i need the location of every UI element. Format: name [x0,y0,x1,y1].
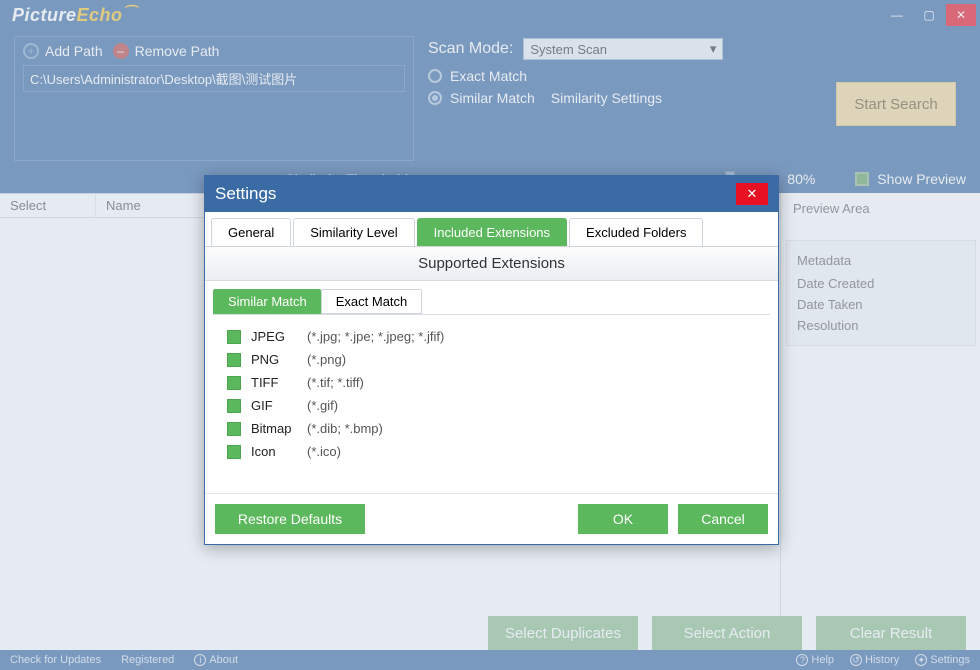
radio-icon [428,69,442,83]
scan-mode-label: Scan Mode: [428,40,513,58]
col-select[interactable]: Select [0,194,96,217]
help-link[interactable]: ?Help [796,654,834,666]
exact-match-label: Exact Match [450,68,527,84]
remove-path-button[interactable]: – Remove Path [113,43,220,59]
subtab-similar-match[interactable]: Similar Match [213,289,321,314]
tab-excluded-folders[interactable]: Excluded Folders [569,218,703,246]
subtab-exact-match[interactable]: Exact Match [321,289,423,314]
subtabs: Similar Match Exact Match [205,281,778,314]
threshold-value: 80% [787,171,827,187]
ext-gif[interactable]: GIF(*.gif) [227,394,756,417]
person-icon: i [194,654,206,666]
similarity-settings-link[interactable]: Similarity Settings [551,90,662,106]
add-path-button[interactable]: + Add Path [23,43,103,59]
ok-button[interactable]: OK [578,504,668,534]
wrench-icon: ✦ [915,654,927,666]
remove-path-label: Remove Path [135,43,220,59]
dialog-close-button[interactable]: ✕ [736,183,768,205]
paths-box: + Add Path – Remove Path C:\Users\Admini… [14,36,414,161]
checkbox-icon [227,376,241,390]
wifi-icon: ⁀ [124,5,136,22]
tab-included-extensions[interactable]: Included Extensions [417,218,567,246]
select-duplicates-button[interactable]: Select Duplicates [488,616,638,650]
checkbox-icon [227,445,241,459]
logo-text-1: Picture [12,5,77,25]
bottom-actions: Select Duplicates Select Action Clear Re… [488,616,966,650]
clear-result-button[interactable]: Clear Result [816,616,966,650]
meta-resolution: Resolution [797,318,965,333]
top-panel: + Add Path – Remove Path C:\Users\Admini… [0,30,980,171]
dialog-footer: Restore Defaults OK Cancel [205,493,778,544]
supported-extensions-header: Supported Extensions [205,247,778,281]
app-logo: PictureEcho⁀ [12,5,135,26]
scan-mode-combo[interactable]: System Scan ▾ [523,38,723,60]
history-link[interactable]: ↺History [850,654,899,666]
checkbox-icon [227,422,241,436]
add-path-label: Add Path [45,43,103,59]
metadata-panel: Metadata Date Created Date Taken Resolut… [786,240,976,346]
path-input[interactable]: C:\Users\Administrator\Desktop\截图\测试图片 [23,65,405,92]
logo-text-2: Echo [77,5,123,25]
window-close-button[interactable]: ✕ [946,4,976,26]
settings-dialog: Settings ✕ General Similarity Level Incl… [204,175,779,545]
checkbox-icon [227,353,241,367]
minimize-button[interactable]: — [882,4,912,26]
dialog-tabs: General Similarity Level Included Extens… [205,212,778,247]
tab-general[interactable]: General [211,218,291,246]
ext-jpeg[interactable]: JPEG(*.jpg; *.jpe; *.jpeg; *.jfif) [227,325,756,348]
dialog-titlebar: Settings ✕ [205,176,778,212]
check-updates-link[interactable]: Check for Updates [10,654,101,666]
show-preview-toggle[interactable]: Show Preview [855,171,966,187]
registered-label: Registered [121,654,174,666]
maximize-button[interactable]: ▢ [914,4,944,26]
plus-icon: + [23,43,39,59]
extension-list: JPEG(*.jpg; *.jpe; *.jpeg; *.jfif) PNG(*… [213,314,770,493]
checkbox-icon [227,330,241,344]
minus-icon: – [113,43,129,59]
status-bar: Check for Updates Registered iAbout ?Hel… [0,650,980,670]
show-preview-label: Show Preview [877,171,966,187]
ext-tiff[interactable]: TIFF(*.tif; *.tiff) [227,371,756,394]
scan-mode-value: System Scan [530,42,607,57]
about-link[interactable]: iAbout [194,654,238,666]
settings-link[interactable]: ✦Settings [915,654,970,666]
meta-date-created: Date Created [797,276,965,291]
meta-date-taken: Date Taken [797,297,965,312]
dialog-title: Settings [215,184,276,204]
clock-icon: ↺ [850,654,862,666]
preview-title: Preview Area [793,201,968,216]
tab-similarity-level[interactable]: Similarity Level [293,218,414,246]
ext-png[interactable]: PNG(*.png) [227,348,756,371]
ext-icon[interactable]: Icon(*.ico) [227,440,756,463]
title-bar: PictureEcho⁀ — ▢ ✕ [0,0,980,30]
checkbox-icon [227,399,241,413]
similar-match-label: Similar Match [450,90,535,106]
start-search-button[interactable]: Start Search [836,82,956,126]
help-icon: ? [796,654,808,666]
metadata-title: Metadata [797,253,965,268]
checkbox-icon [855,172,869,186]
ext-bitmap[interactable]: Bitmap(*.dib; *.bmp) [227,417,756,440]
cancel-button[interactable]: Cancel [678,504,768,534]
select-action-button[interactable]: Select Action [652,616,802,650]
chevron-down-icon: ▾ [710,41,717,57]
path-list [23,92,405,152]
radio-selected-icon [428,91,442,105]
restore-defaults-button[interactable]: Restore Defaults [215,504,365,534]
